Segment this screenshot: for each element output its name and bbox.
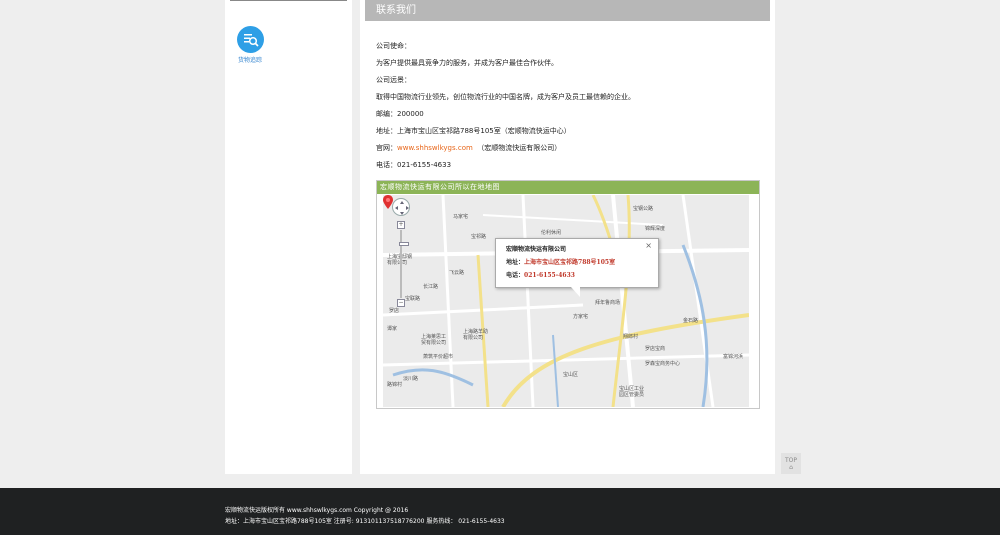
zoom-out-button[interactable]: − [397, 299, 405, 307]
map-label: 宝钢公路 [633, 206, 654, 212]
contact-info: 公司使命： 为客户提供最具竞争力的服务，并成为客户最佳合作伙伴。 公司远景： 取… [376, 38, 766, 174]
mission-text: 为客户提供最具竞争力的服务，并成为客户最佳合作伙伴。 [376, 59, 558, 67]
map-label: 金石路 [683, 318, 699, 324]
map-pan-control[interactable] [392, 198, 410, 216]
popup-address: 地址：上海市宝山区宝祁路788号105室 [506, 257, 648, 266]
vision-label: 公司远景： [376, 76, 411, 84]
map-label: 飞云路 [449, 270, 465, 276]
mission-label: 公司使命： [376, 42, 411, 50]
map-label: 谭家 [387, 326, 398, 332]
popup-phone-label: 电话： [506, 272, 525, 279]
map-label: 淡川路 [403, 376, 419, 382]
map-label: 方家宅 [573, 314, 589, 320]
footer-copyright: 宏顺物流快运版权所有 www.shhswlkygs.com Copyright … [225, 507, 409, 514]
map-label: 萧筑平价超市 [423, 354, 454, 360]
cargo-tracking-link[interactable]: 货物追踪 [225, 26, 275, 64]
map-info-window: × 宏顺物流快运有限公司 地址：上海市宝山区宝祁路788号105室 电话：021… [495, 238, 659, 297]
map-label: 翔郎村 [623, 334, 639, 340]
postcode: 邮编：200000 [376, 110, 424, 118]
website-link[interactable]: www.shhswlkygs.com [397, 144, 473, 152]
search-list-icon[interactable] [236, 26, 264, 53]
contact-header: 联系我们 [365, 0, 770, 21]
website-label: 官网： [376, 144, 397, 152]
contact-panel: 联系我们 公司使命： 为客户提供最具竞争力的服务，并成为客户最佳合作伙伴。 公司… [360, 0, 775, 474]
popup-phone-value: 021-6155-4633 [524, 272, 575, 279]
map-label: 宝联路 [405, 296, 421, 302]
map-label: 宝山区 [563, 372, 579, 378]
sidebar-divider [230, 0, 347, 1]
popup-address-value: 上海市宝山区宝祁路788号105室 [524, 259, 616, 266]
map-label: 长江路 [423, 284, 439, 290]
map-zoom-control: + − [397, 221, 409, 307]
map-block: 宏顺物流快运有限公司所以在地地图 马家宅 宝祁路 伦利休闲 宝钢公路 锦辉深度 … [376, 180, 760, 409]
map-label: 拜年鲁商场 [595, 300, 621, 306]
website-line: 官网：www.shhswlkygs.com （宏顺物流快运有限公司） [376, 140, 766, 157]
vision-text: 取得中国物流行业领先，创位物流行业的中国名牌，成为客户及员工最信赖的企业。 [376, 93, 635, 101]
map-label: 锦辉深度 [645, 226, 666, 232]
map-label: 有限公司 [463, 335, 484, 341]
phone: 电话：021-6155-4633 [376, 161, 452, 169]
map-label: 罗森宝商务中心 [645, 361, 681, 367]
map-label: 园区管委员 [619, 392, 645, 398]
popup-phone: 电话：021-6155-4633 [506, 270, 648, 279]
map-label: 罗店 [389, 308, 400, 314]
top-label[interactable]: TOP [785, 457, 797, 464]
popup-title: 宏顺物流快运有限公司 [506, 246, 567, 253]
map-label: 伦利休闲 [541, 230, 562, 236]
footer-address: 地址：上海市宝山区宝祁路788号105室 注册号: 91310113751877… [225, 518, 505, 525]
footer: 宏顺物流快运版权所有 www.shhswlkygs.com Copyright … [0, 488, 1000, 535]
map-label: 富锦河浜 [723, 354, 744, 360]
map-label: 贸有限公司 [421, 340, 447, 346]
zoom-in-button[interactable]: + [397, 221, 405, 229]
map-label: 宝祁路 [471, 234, 487, 240]
map-title: 宏顺物流快运有限公司所以在地地图 [377, 181, 759, 194]
zoom-slider-thumb[interactable] [399, 242, 409, 246]
map-pin-icon[interactable] [383, 195, 393, 209]
map-label: 路锦村 [387, 382, 403, 388]
map-label: 马家宅 [453, 214, 469, 220]
home-icon: ⌂ [789, 464, 793, 471]
back-to-top-button[interactable]: TOP ⌂ [781, 453, 801, 474]
cargo-tracking-label[interactable]: 货物追踪 [225, 55, 275, 64]
zoom-track[interactable] [399, 230, 409, 298]
map-view[interactable]: 马家宅 宝祁路 伦利休闲 宝钢公路 锦辉深度 金石路 罗店宝商 罗森宝商务中心 … [383, 195, 749, 407]
website-note: （宏顺物流快运有限公司） [477, 144, 562, 152]
close-icon[interactable]: × [645, 241, 652, 250]
map-label: 罗店宝商 [645, 346, 666, 352]
left-sidebar: 货物追踪 [225, 0, 352, 474]
popup-address-label: 地址： [506, 259, 525, 266]
address: 地址：上海市宝山区宝祁路788号105室（宏顺物流快运中心） [376, 127, 571, 135]
